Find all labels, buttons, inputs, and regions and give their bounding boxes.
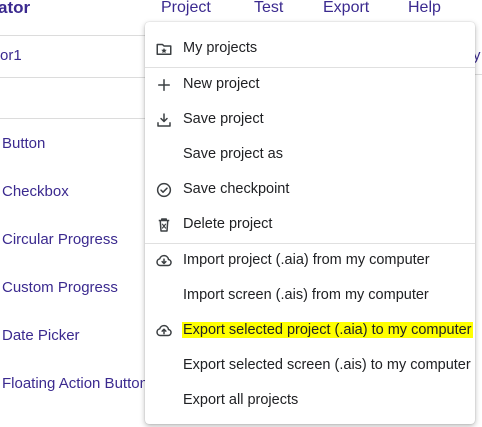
divider [474, 74, 482, 75]
component-palette: or1 Button Checkbox Circular Progress Cu… [0, 0, 150, 427]
divider [0, 35, 150, 36]
cloud-download-icon [155, 252, 173, 270]
menu-item-label: Import screen (.ais) from my computer [183, 287, 429, 303]
menu-help[interactable]: Help [408, 0, 441, 17]
folder-star-icon [155, 40, 173, 58]
palette-item-floating-action-button[interactable]: Floating Action Button [2, 375, 148, 392]
menu-item-label: Delete project [183, 216, 273, 232]
menu-item-save-project-as[interactable]: Save project as [145, 138, 475, 172]
palette-item-checkbox[interactable]: Checkbox [2, 183, 69, 200]
download-tray-icon [155, 111, 173, 129]
menu-item-new-project[interactable]: New project [145, 68, 475, 102]
menu-item-export-all-projects[interactable]: Export all projects [145, 384, 475, 418]
menu-test[interactable]: Test [254, 0, 283, 17]
palette-trailing: . [2, 418, 6, 427]
plus-icon [155, 76, 173, 94]
menu-item-label: My projects [183, 40, 258, 56]
menu-item-save-project[interactable]: Save project [145, 103, 475, 137]
menu-export[interactable]: Export [323, 0, 369, 17]
check-circle-icon [155, 181, 173, 199]
menu-item-label: Save project [183, 111, 264, 127]
cloud-upload-icon [155, 322, 173, 340]
screen-selector[interactable]: or1 [0, 47, 22, 64]
divider [0, 118, 150, 119]
palette-item-custom-progress[interactable]: Custom Progress [2, 279, 118, 296]
menu-item-my-projects[interactable]: My projects [145, 32, 475, 66]
menu-item-delete-project[interactable]: Delete project [145, 208, 475, 242]
menu-item-label: Export selected screen (.ais) to my comp… [183, 357, 471, 373]
menu-item-label: Save project as [183, 146, 283, 162]
menu-item-import-screen[interactable]: Import screen (.ais) from my computer [145, 279, 475, 313]
menu-item-label: Export selected project (.aia) to my com… [182, 322, 473, 338]
menu-item-import-project[interactable]: Import project (.aia) from my computer [145, 244, 475, 278]
menu-project[interactable]: Project [161, 0, 211, 17]
menu-item-label: Save checkpoint [183, 181, 290, 197]
menu-item-export-selected-screen[interactable]: Export selected screen (.ais) to my comp… [145, 349, 475, 383]
project-dropdown-menu: My projects New project Save project Sav… [145, 22, 475, 424]
palette-item-button[interactable]: Button [2, 135, 45, 152]
divider [0, 77, 150, 78]
menu-item-label: New project [183, 76, 260, 92]
trash-icon [155, 216, 173, 234]
menu-item-save-checkpoint[interactable]: Save checkpoint [145, 173, 475, 207]
menu-item-export-selected-project[interactable]: Export selected project (.aia) to my com… [145, 314, 475, 348]
palette-item-date-picker[interactable]: Date Picker [2, 327, 80, 344]
palette-item-circular-progress[interactable]: Circular Progress [2, 231, 118, 248]
menu-item-label: Import project (.aia) from my computer [183, 252, 430, 268]
menu-item-label: Export all projects [183, 392, 299, 408]
